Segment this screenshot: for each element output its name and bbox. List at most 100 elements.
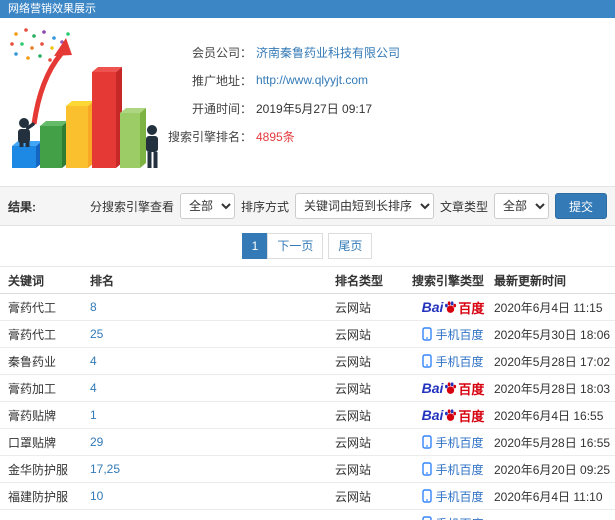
baidu-logo-bai: Bai — [421, 380, 444, 396]
engine-filter-label: 分搜索引擎查看 — [89, 199, 174, 214]
info-row-company: 会员公司： 济南秦鲁药业科技有限公司 — [150, 38, 400, 66]
filter-controls: 分搜索引擎查看 全部 排序方式 关键词由短到长排序 文章类型 全部 提交 — [90, 193, 607, 219]
table-row: 膏药贴牌 1 云网站 Bai 百度 2020年6月4日 16:55 — [0, 402, 615, 429]
phone-icon — [422, 516, 433, 520]
update-time-cell: 2020年5月28日 17:02 — [494, 354, 611, 369]
mobile-baidu-logo: 手机百度 — [422, 461, 484, 478]
baidu-logo-bai: Bai — [421, 407, 444, 423]
sort-filter-select[interactable]: 关键词由短到长排序 — [294, 193, 434, 219]
member-info: 会员公司： 济南秦鲁药业科技有限公司 推广地址： http://www.qlyy… — [150, 38, 400, 150]
baidu-logo: Bai 百度 — [422, 298, 485, 317]
rank-count-label: 搜索引擎排名： — [167, 129, 252, 144]
baidu-logo: Bai 百度 — [422, 379, 485, 398]
engine-cell: 手机百度 — [412, 353, 494, 370]
keyword-cell: 膏药贴牌 — [8, 408, 57, 423]
top-section: 会员公司： 济南秦鲁药业科技有限公司 推广地址： http://www.qlyy… — [0, 18, 615, 186]
table-row: 膏药代工 25 云网站 手机百度 2020年5月30日 18:06 — [0, 321, 615, 348]
mobile-baidu-label: 手机百度 — [435, 435, 484, 450]
phone-icon — [422, 435, 433, 449]
mobile-baidu-logo: 手机百度 — [422, 488, 484, 505]
result-label: 结果: — [8, 199, 36, 214]
mobile-baidu-label: 手机百度 — [435, 327, 484, 342]
table-row: 金华防护服 17,25 云网站 手机百度 2020年6月20日 09:25 — [0, 456, 615, 483]
rank-table: 关键词 排名 排名类型 搜索引擎类型 最新更新时间 膏药代工 8 云网站 Bai… — [0, 266, 615, 520]
update-time-cell: 2020年5月28日 16:55 — [494, 435, 611, 450]
update-time-cell: 2020年5月28日 18:03 — [494, 381, 611, 396]
engine-cell: Bai 百度 — [412, 298, 494, 317]
header-rank-type: 排名类型 — [335, 273, 384, 288]
rank-type-cell: 云网站 — [335, 489, 372, 504]
title-bar: 网络营销效果展示 — [0, 0, 615, 18]
table-row: 膏药代工 8 云网站 Bai 百度 2020年6月4日 11:15 — [0, 294, 615, 321]
keyword-cell: 秦鲁药业 — [8, 354, 57, 369]
table-row: 秦鲁药业 4 云网站 手机百度 2020年5月28日 17:02 — [0, 348, 615, 375]
mobile-baidu-label: 手机百度 — [435, 354, 484, 369]
engine-filter-select[interactable]: 全部 — [179, 193, 235, 219]
bars — [12, 67, 146, 168]
rank-type-cell: 云网站 — [335, 327, 372, 342]
company-link[interactable]: 济南秦鲁药业科技有限公司 — [256, 44, 400, 61]
header-update-time: 最新更新时间 — [494, 273, 567, 288]
table-row: 口罩贴牌 29 云网站 手机百度 2020年5月28日 16:55 — [0, 429, 615, 456]
rank-link[interactable]: 17,25 — [90, 462, 120, 476]
baidu-paw-icon — [445, 300, 457, 313]
page-1-button[interactable]: 1 — [241, 233, 269, 259]
table-body: 膏药代工 8 云网站 Bai 百度 2020年6月4日 11:15 膏药代工 2… — [0, 294, 615, 520]
table-row: 手机百度 — [0, 510, 615, 520]
rank-link[interactable]: 25 — [90, 327, 103, 341]
next-page-button[interactable]: 下一页 — [267, 233, 324, 259]
engine-cell: 手机百度 — [412, 488, 494, 505]
engine-cell: 手机百度 — [412, 434, 494, 451]
mobile-baidu-label: 手机百度 — [435, 515, 483, 520]
rank-link[interactable]: 4 — [90, 381, 97, 395]
mobile-baidu-label: 手机百度 — [435, 489, 484, 504]
mobile-baidu-logo: 手机百度 — [422, 353, 484, 370]
baidu-logo-du: 百度 — [458, 381, 485, 397]
rank-link[interactable]: 8 — [90, 300, 97, 314]
filter-bar: 结果: 分搜索引擎查看 全部 排序方式 关键词由短到长排序 文章类型 全部 提交 — [0, 186, 615, 226]
keyword-cell: 膏药加工 — [8, 381, 57, 396]
baidu-logo: Bai 百度 — [422, 406, 485, 425]
article-type-label: 文章类型 — [439, 199, 488, 214]
submit-button[interactable]: 提交 — [554, 193, 607, 219]
mobile-baidu-label: 手机百度 — [435, 462, 484, 477]
open-time-value: 2019年5月27日 09:17 — [256, 101, 373, 116]
rank-type-cell: 云网站 — [335, 300, 372, 315]
phone-icon — [422, 327, 433, 341]
baidu-logo-du: 百度 — [458, 408, 485, 424]
article-type-select[interactable]: 全部 — [493, 193, 549, 219]
baidu-logo-du: 百度 — [458, 300, 485, 316]
baidu-paw-icon — [445, 408, 457, 421]
mobile-baidu-logo: 手机百度 — [422, 515, 484, 520]
keyword-cell: 金华防护服 — [8, 462, 69, 477]
mobile-baidu-logo: 手机百度 — [422, 326, 484, 343]
engine-cell: 手机百度 — [412, 461, 494, 478]
update-time-cell: 2020年6月4日 16:55 — [494, 408, 604, 423]
company-label: 会员公司： — [191, 45, 252, 60]
promo-url-link[interactable]: http://www.qlyyjt.com — [256, 73, 368, 87]
table-row: 福建防护服 10 云网站 手机百度 2020年6月4日 11:10 — [0, 483, 615, 510]
update-time-cell: 2020年6月4日 11:10 — [494, 489, 603, 504]
info-row-url: 推广地址： http://www.qlyyjt.com — [150, 66, 400, 94]
table-header-row: 关键词 排名 排名类型 搜索引擎类型 最新更新时间 — [0, 267, 615, 294]
header-keyword: 关键词 — [8, 273, 45, 288]
rank-link[interactable]: 4 — [90, 354, 97, 368]
table-row: 膏药加工 4 云网站 Bai 百度 2020年5月28日 18:03 — [0, 375, 615, 402]
keyword-cell: 膏药代工 — [8, 327, 57, 342]
rank-link[interactable]: 29 — [90, 435, 103, 449]
rank-link[interactable]: 10 — [90, 489, 103, 503]
info-row-open-time: 开通时间： 2019年5月27日 09:17 — [150, 94, 400, 122]
keyword-cell: 膏药代工 — [8, 300, 57, 315]
rank-type-cell: 云网站 — [335, 354, 372, 369]
last-page-button[interactable]: 尾页 — [328, 233, 373, 259]
engine-cell: Bai 百度 — [412, 379, 494, 398]
header-rank: 排名 — [90, 273, 115, 288]
rank-type-cell: 云网站 — [335, 381, 372, 396]
rank-count-value: 4895条 — [256, 129, 295, 144]
info-row-rank-count: 搜索引擎排名： 4895条 — [150, 122, 400, 150]
update-time-cell: 2020年6月20日 09:25 — [494, 462, 611, 477]
phone-icon — [422, 354, 433, 368]
keyword-cell: 福建防护服 — [8, 489, 69, 504]
rank-link[interactable]: 1 — [90, 408, 97, 422]
engine-cell: 手机百度 — [412, 515, 494, 520]
